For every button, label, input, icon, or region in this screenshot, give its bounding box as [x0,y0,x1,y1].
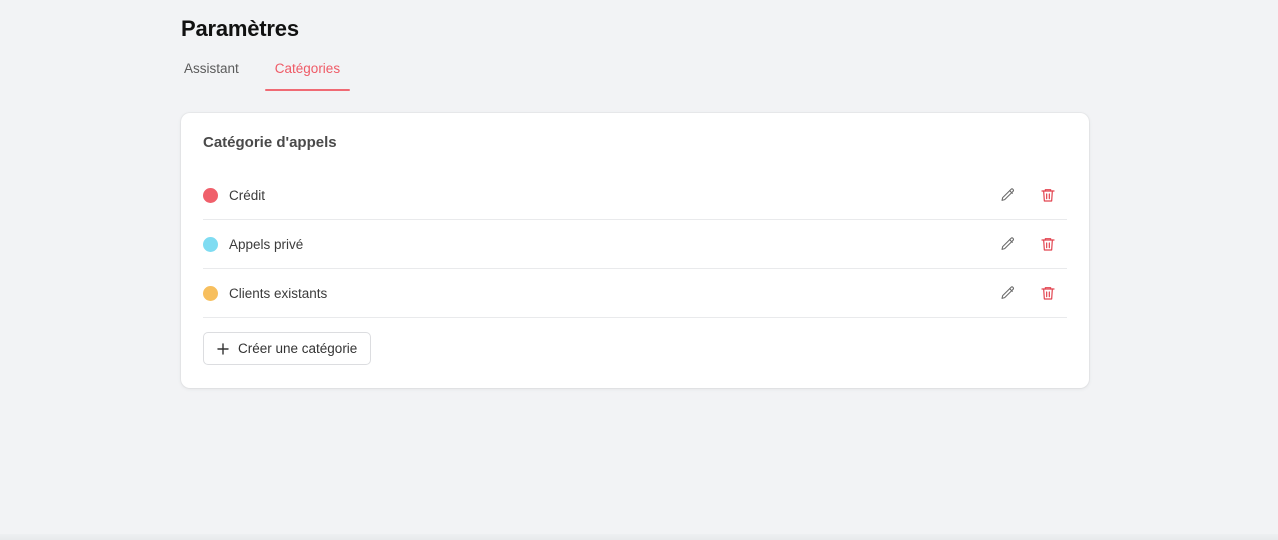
category-label: Appels privé [229,236,304,252]
delete-button[interactable] [1037,282,1059,304]
category-list: Crédit Appels privé Clients existants [203,171,1067,318]
trash-icon [1041,189,1055,202]
trash-icon [1041,287,1055,300]
row-actions [997,220,1059,268]
row-actions [997,269,1059,317]
category-row-credit: Crédit [203,171,1067,220]
plus-icon [216,342,230,356]
category-label: Crédit [229,187,266,203]
category-color-dot [203,236,218,252]
category-color-dot [203,285,218,301]
bottom-edge [0,534,1278,540]
category-color-dot [203,187,218,203]
trash-icon [1041,238,1055,251]
category-label: Clients existants [229,285,328,301]
pencil-icon [1001,237,1014,250]
pencil-icon [1001,286,1014,299]
edit-button[interactable] [997,233,1019,255]
tab-bar: Assistant Catégories [174,56,351,91]
settings-page: Paramètres Assistant Catégories Catégori… [0,0,1278,540]
call-categories-card: Catégorie d'appels Crédit Appels privé C… [181,113,1089,388]
row-actions [997,171,1059,219]
category-row-existing-clients: Clients existants [203,269,1067,318]
edit-button[interactable] [997,282,1019,304]
delete-button[interactable] [1037,233,1059,255]
create-category-label: Créer une catégorie [238,341,358,356]
card-title: Catégorie d'appels [203,134,337,151]
edit-button[interactable] [997,184,1019,206]
page-title: Paramètres [181,16,299,41]
category-row-private-calls: Appels privé [203,220,1067,269]
tab-categories[interactable]: Catégories [264,56,351,91]
create-category-button[interactable]: Créer une catégorie [203,332,371,365]
pencil-icon [1001,188,1014,201]
tab-assistant[interactable]: Assistant [174,56,249,91]
delete-button[interactable] [1037,184,1059,206]
